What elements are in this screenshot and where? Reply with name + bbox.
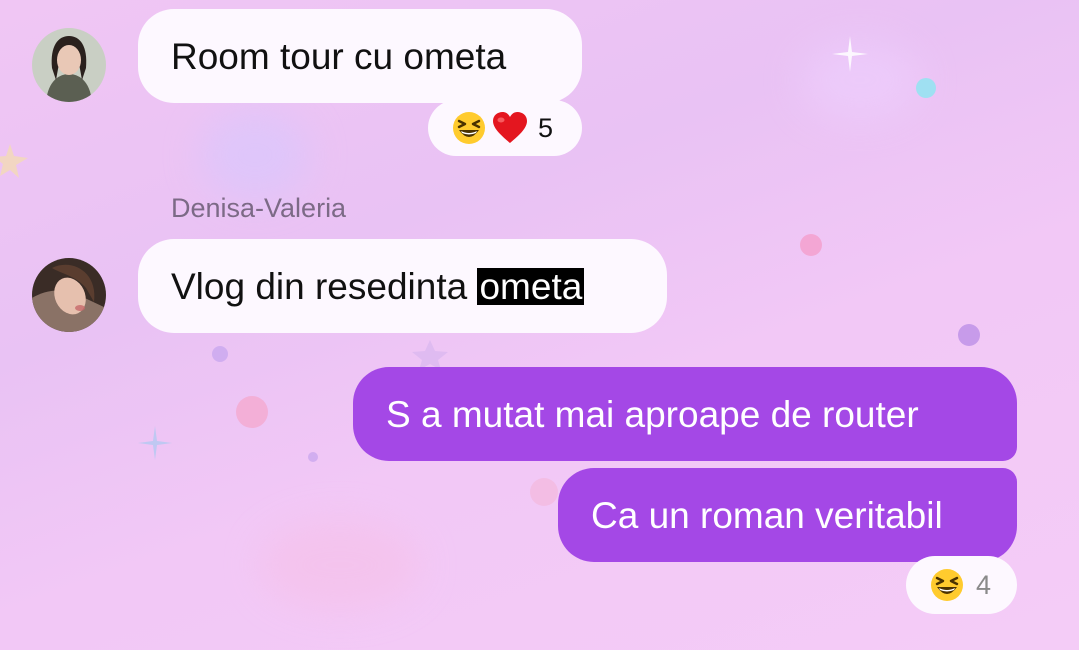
message-bubble[interactable]: S a mutat mai aproape de router — [353, 367, 1017, 461]
star-decor-icon — [0, 144, 28, 178]
decor-dot — [958, 324, 980, 346]
message-text: Vlog din resedinta — [171, 265, 478, 307]
avatar[interactable] — [32, 28, 106, 102]
reaction-count: 5 — [538, 112, 554, 143]
message-text: Room tour cu ometa — [171, 35, 507, 77]
sparkle-decor-icon — [832, 36, 868, 72]
message-bubble[interactable]: Ca un roman veritabil — [558, 468, 1017, 562]
grinning-squinting-face-icon — [931, 569, 963, 601]
message-text: Ca un roman veritabil — [591, 494, 943, 536]
reaction-badge[interactable]: 4 — [906, 556, 1017, 614]
decor-dot — [236, 396, 268, 428]
decor-dot — [800, 234, 822, 256]
sparkle-decor-icon — [138, 426, 172, 460]
background-glow — [200, 110, 310, 200]
message-text: S a mutat mai aproape de router — [386, 393, 919, 435]
message-bubble[interactable]: Vlog din resedinta ometa — [138, 239, 667, 333]
red-heart-icon — [493, 112, 527, 143]
decor-dot — [530, 478, 558, 506]
star-decor-icon — [412, 340, 448, 370]
reaction-count: 4 — [976, 569, 992, 600]
grinning-squinting-face-icon — [453, 112, 485, 144]
decor-dot — [212, 346, 228, 362]
highlighted-word: ometa — [477, 265, 585, 307]
background-glow — [260, 520, 420, 610]
decor-dot — [916, 78, 936, 98]
sender-name[interactable]: Denisa-Valeria — [171, 193, 346, 224]
message-bubble[interactable]: Room tour cu ometa — [138, 9, 582, 103]
avatar[interactable] — [32, 258, 106, 332]
decor-dot — [308, 452, 318, 462]
reaction-badge[interactable]: 5 — [428, 100, 582, 156]
